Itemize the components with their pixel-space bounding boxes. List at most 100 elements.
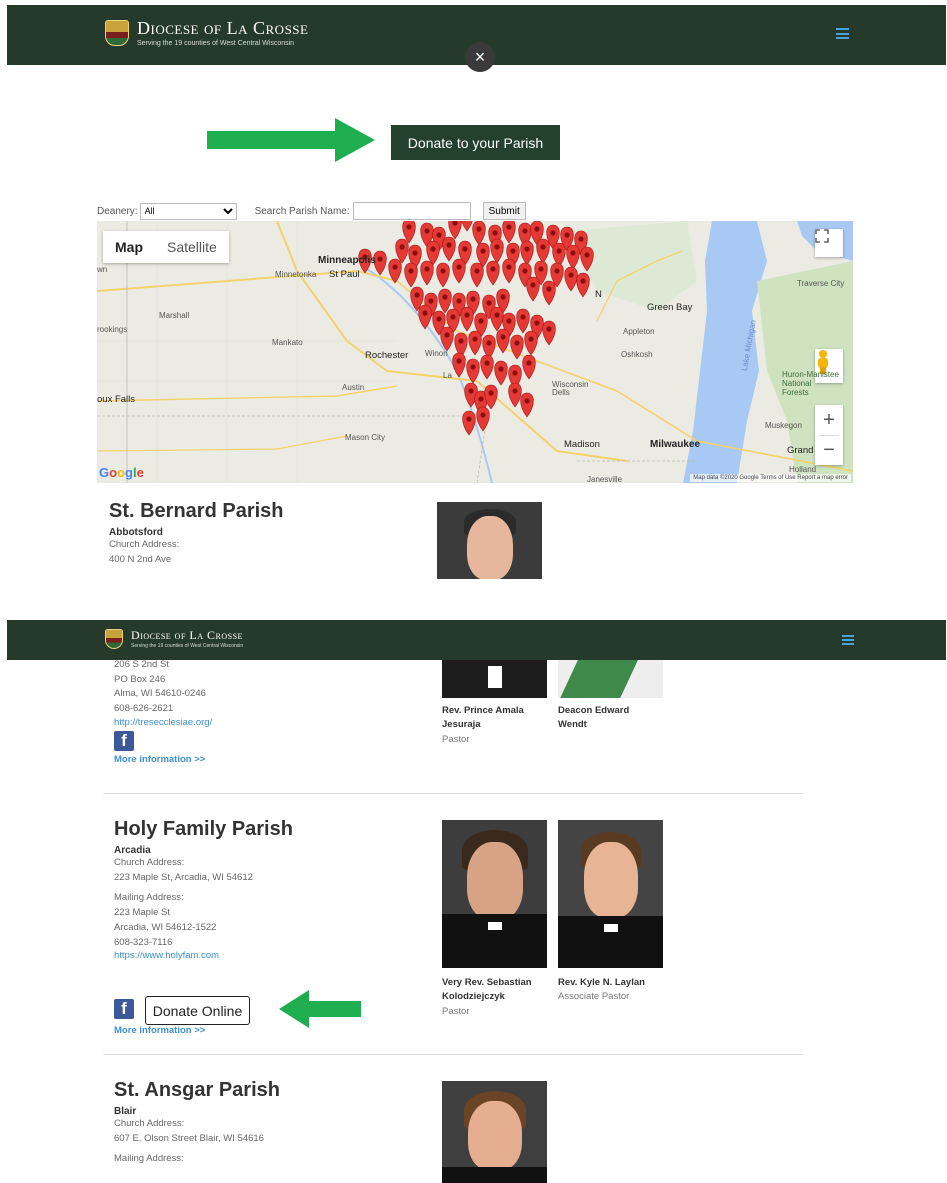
- parish-map-pin-icon[interactable]: [542, 280, 556, 306]
- pin-dot: [430, 246, 436, 252]
- parish-map-pin-icon[interactable]: [468, 330, 482, 356]
- parish-map-pin-icon[interactable]: [438, 288, 452, 314]
- pin-dot: [436, 316, 442, 322]
- parish-website-link[interactable]: http://tresecclesiae.org/: [114, 717, 414, 728]
- clergy-role: Associate Pastor: [558, 991, 630, 1003]
- pin-dot: [500, 294, 506, 300]
- diocese-logo[interactable]: Diocese of La Crosse Serving the 19 coun…: [105, 629, 243, 649]
- parish-map-pin-icon[interactable]: [486, 260, 500, 286]
- pin-dot: [530, 282, 536, 288]
- diocese-tagline: Serving the 19 counties of West Central …: [131, 643, 244, 649]
- map-label-huron: Huron-Manistee National Forests: [782, 370, 839, 397]
- parish-website-link[interactable]: https://www.holyfam.com: [114, 950, 414, 961]
- map-label-wisconsin-dells: Wisconsin Dells: [552, 380, 589, 397]
- google-logo[interactable]: Google: [99, 465, 144, 480]
- parish-map-pin-icon[interactable]: [462, 410, 476, 436]
- parish-map-pin-icon[interactable]: [524, 330, 538, 356]
- pin-dot: [466, 416, 472, 422]
- map-type-satellite-button[interactable]: Satellite: [155, 231, 229, 263]
- parish-map-pin-icon[interactable]: [520, 240, 534, 266]
- donate-to-parish-button[interactable]: Donate to your Parish: [391, 125, 560, 160]
- search-parish-label: Search Parish Name:: [254, 205, 350, 217]
- map-label-winona: Winon: [425, 349, 448, 358]
- pin-dot: [442, 294, 448, 300]
- parish-map-pin-icon[interactable]: [526, 276, 540, 302]
- clergy-member: Rev. Prince Amala Jesuraja Pastor: [442, 704, 550, 747]
- donate-online-button[interactable]: Donate Online: [145, 996, 250, 1025]
- parish-filter-bar: Deanery: All Search Parish Name: Submit: [97, 202, 526, 220]
- parish-map-pin-icon[interactable]: [470, 262, 484, 288]
- parish-map-pin-icon[interactable]: [494, 360, 508, 386]
- diocese-name: Diocese of La Crosse: [137, 18, 309, 38]
- parish-map-pin-icon[interactable]: [418, 304, 432, 330]
- pin-dot: [570, 250, 576, 256]
- parish-map-pin-icon[interactable]: [472, 221, 486, 246]
- parish-pins[interactable]: [358, 221, 594, 436]
- zoom-in-icon[interactable]: +: [823, 405, 835, 435]
- deanery-select[interactable]: All: [139, 202, 237, 220]
- parish-map-pin-icon[interactable]: [502, 221, 516, 244]
- parish-map-pin-icon[interactable]: [460, 306, 474, 332]
- more-information-link[interactable]: More information >>: [114, 754, 414, 765]
- pin-dot: [480, 248, 486, 254]
- church-address: 400 N 2nd Ave: [109, 553, 172, 565]
- submit-button[interactable]: Submit: [482, 202, 526, 220]
- map-attribution[interactable]: Map data ©2020 Google Terms of Use Repor…: [690, 474, 851, 482]
- pin-dot: [494, 312, 500, 318]
- diocese-logo[interactable]: Diocese of La Crosse Serving the 19 coun…: [105, 19, 308, 47]
- map-label-appleton: Appleton: [623, 327, 655, 336]
- map-label-holland: Holland: [789, 465, 817, 474]
- parish-map-pin-icon[interactable]: [566, 244, 580, 270]
- hamburger-menu-icon[interactable]: [842, 635, 854, 645]
- map-label-rochester: Rochester: [365, 350, 409, 361]
- map-type-map-button[interactable]: Map: [103, 231, 155, 263]
- parish-map-pin-icon[interactable]: [452, 352, 466, 378]
- parish-map-pin-icon[interactable]: [536, 238, 550, 264]
- map-label-la: La: [443, 371, 452, 380]
- parish-map-pin-icon[interactable]: [516, 308, 530, 334]
- more-information-link[interactable]: More information >>: [114, 1025, 205, 1036]
- parish-map-pin-icon[interactable]: [442, 236, 456, 262]
- fullscreen-icon[interactable]: [815, 229, 843, 257]
- pin-dot: [512, 388, 518, 394]
- parish-map-pin-icon[interactable]: [564, 266, 578, 292]
- pin-dot: [524, 398, 530, 404]
- facebook-icon[interactable]: f: [114, 999, 134, 1019]
- parish-map-pin-icon[interactable]: [522, 354, 536, 380]
- parish-card-st-ansgar: St. Ansgar Parish Blair Church Address: …: [114, 1079, 414, 1167]
- hamburger-menu-icon[interactable]: [836, 28, 849, 39]
- parish-map-pin-icon[interactable]: [520, 392, 534, 418]
- pin-dot: [480, 412, 486, 418]
- pin-dot: [424, 228, 430, 234]
- parish-map-pin-icon[interactable]: [542, 320, 556, 346]
- parish-town: Blair: [114, 1106, 137, 1117]
- clergy-name: Rev. Kyle N. Laylan: [558, 977, 645, 988]
- parish-map-pin-icon[interactable]: [436, 262, 450, 288]
- close-button[interactable]: ×: [465, 42, 495, 72]
- clergy-photo: [442, 820, 547, 968]
- map-label-traverse: Traverse City: [797, 279, 845, 288]
- clergy-member: Deacon Edward Wendt: [558, 704, 658, 733]
- parish-map-pin-icon[interactable]: [508, 382, 522, 408]
- parish-map-pin-icon[interactable]: [452, 258, 466, 284]
- parish-map-pin-icon[interactable]: [461, 221, 474, 232]
- facebook-icon[interactable]: f: [114, 730, 134, 751]
- search-parish-input[interactable]: [352, 202, 471, 220]
- pin-dot: [428, 298, 434, 304]
- parish-map-pin-icon[interactable]: [480, 354, 494, 380]
- parish-map[interactable]: Map Satellite + − wn Minneapolis Minneto…: [97, 221, 853, 483]
- parish-map-pin-icon[interactable]: [490, 306, 504, 332]
- parish-map-pin-icon[interactable]: [420, 260, 434, 286]
- site-header-scrolled: Diocese of La Crosse Serving the 19 coun…: [7, 620, 946, 660]
- pin-dot: [444, 332, 450, 338]
- pin-dot: [472, 336, 478, 342]
- parish-map-pin-icon[interactable]: [576, 272, 590, 298]
- parish-map-pin-icon[interactable]: [404, 262, 418, 288]
- pin-dot: [470, 364, 476, 370]
- zoom-out-icon[interactable]: −: [823, 436, 835, 465]
- parish-map-pin-icon[interactable]: [490, 238, 504, 264]
- pin-dot: [406, 224, 412, 230]
- pin-dot: [556, 248, 562, 254]
- parish-map-pin-icon[interactable]: [502, 258, 516, 284]
- parish-map-pin-icon[interactable]: [476, 406, 490, 432]
